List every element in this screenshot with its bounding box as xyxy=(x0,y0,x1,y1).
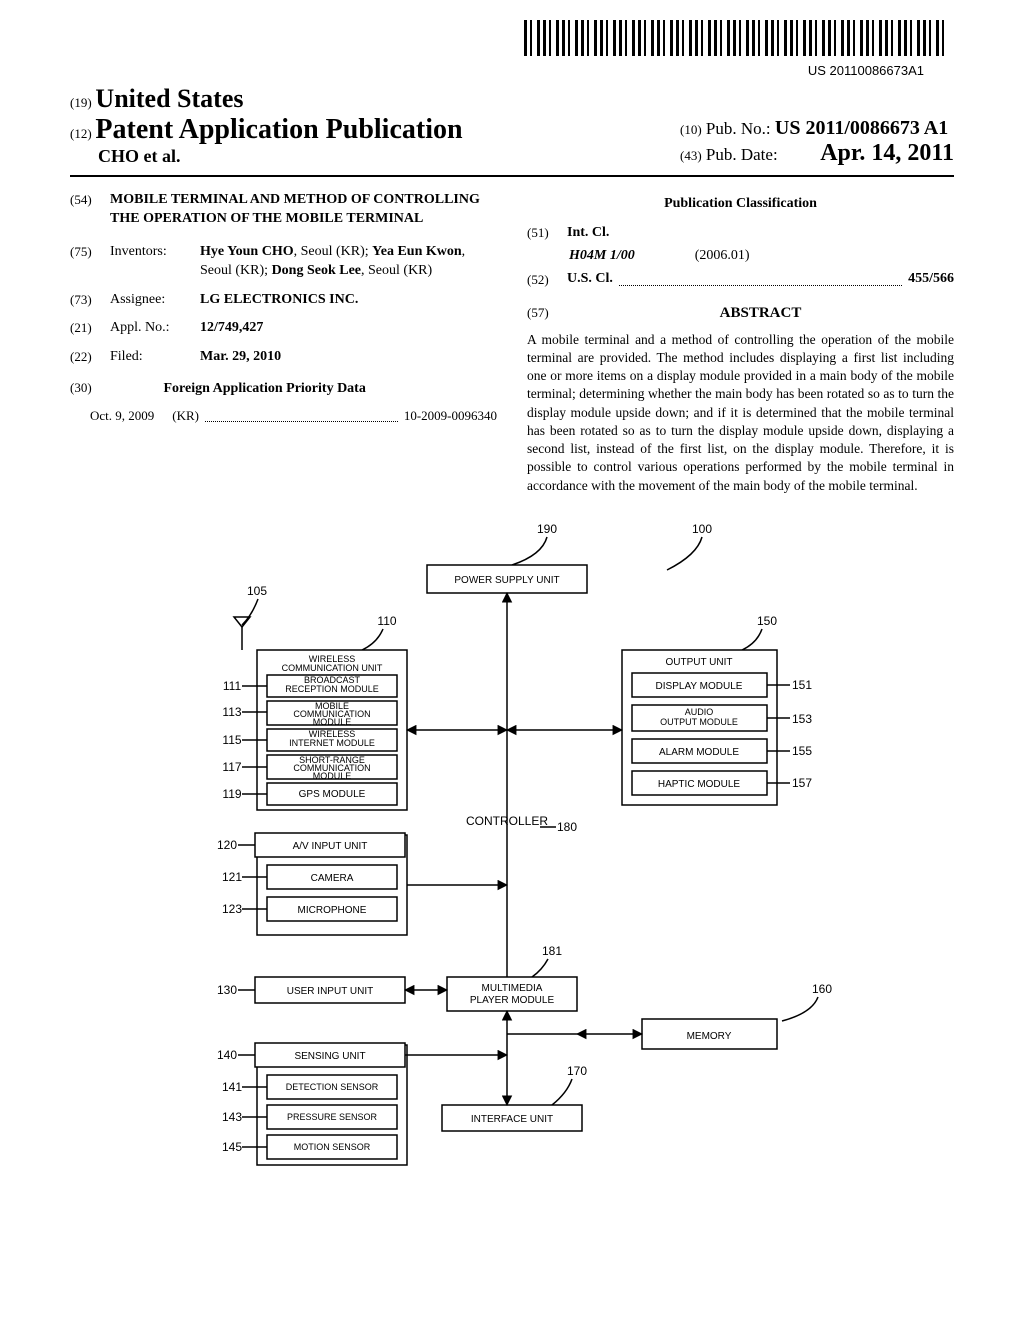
box-display: DISPLAY MODULE xyxy=(656,681,743,692)
ref-117: 117 xyxy=(222,760,241,774)
left-column: (54) MOBILE TERMINAL AND METHOD OF CONTR… xyxy=(70,191,497,495)
ref-111: 111 xyxy=(223,679,242,693)
block-diagram: .bx { fill:#fff; stroke:#000; stroke-wid… xyxy=(142,515,882,1235)
ref-120: 120 xyxy=(217,838,237,852)
assignee-value: LG ELECTRONICS INC. xyxy=(200,291,497,310)
dotted-leader xyxy=(205,412,398,422)
box-interface: INTERFACE UNIT xyxy=(471,1114,553,1125)
ref-121: 121 xyxy=(222,870,242,884)
box-user-input: USER INPUT UNIT xyxy=(287,986,374,997)
pubdate-value: Apr. 14, 2011 xyxy=(820,140,954,166)
uscl-code: (52) xyxy=(527,271,567,289)
ref-119: 119 xyxy=(222,787,241,801)
ref-110: 110 xyxy=(377,614,396,628)
pubdate-code: (43) xyxy=(680,148,702,163)
abstract-code: (57) xyxy=(527,304,567,322)
ref-160: 160 xyxy=(812,982,832,996)
pub-code: (12) xyxy=(70,126,92,141)
box-haptic: HAPTIC MODULE xyxy=(658,779,741,790)
publication-type: Patent Application Publication xyxy=(95,114,462,145)
foreign-label: Foreign Application Priority Data xyxy=(164,381,366,396)
abstract-text: A mobile terminal and a method of contro… xyxy=(527,331,954,495)
box-pressure: PRESSURE SENSOR xyxy=(287,1112,378,1122)
box-sensing: SENSING UNIT xyxy=(294,1051,365,1062)
box-av-input: A/V INPUT UNIT xyxy=(293,841,368,852)
box-output-unit: OUTPUT UNIT xyxy=(665,657,732,668)
ref-105: 105 xyxy=(247,584,267,598)
box-camera: CAMERA xyxy=(311,873,354,884)
barcode-label: US 20110086673A1 xyxy=(70,63,924,78)
ref-181: 181 xyxy=(542,944,562,958)
barcode-region: US 20110086673A1 xyxy=(70,20,954,78)
country-name: United States xyxy=(95,84,243,113)
intcl-class: H04M 1/00 xyxy=(569,247,635,266)
dotted-leader-2 xyxy=(619,276,902,286)
ref-151: 151 xyxy=(792,678,812,692)
ref-155: 155 xyxy=(792,744,812,758)
filed-label: Filed: xyxy=(110,348,200,367)
pubdate-label: Pub. Date: xyxy=(706,145,778,164)
ref-140: 140 xyxy=(217,1048,237,1062)
abstract-header: ABSTRACT xyxy=(567,303,954,323)
box-multimedia: MULTIMEDIAPLAYER MODULE xyxy=(470,983,555,1006)
right-column: Publication Classification (51) Int. Cl.… xyxy=(527,191,954,495)
ref-130: 130 xyxy=(217,983,237,997)
applno-label: Appl. No.: xyxy=(110,319,200,338)
intcl-code: (51) xyxy=(527,224,567,243)
ref-123: 123 xyxy=(222,902,242,916)
box-alarm: ALARM MODULE xyxy=(659,747,739,758)
box-motion: MOTION SENSOR xyxy=(294,1142,371,1152)
ref-190: 190 xyxy=(537,522,557,536)
filed-value: Mar. 29, 2010 xyxy=(200,348,497,367)
applno-code: (21) xyxy=(70,319,110,338)
filed-code: (22) xyxy=(70,348,110,367)
box-microphone: MICROPHONE xyxy=(298,905,367,916)
classification-header: Publication Classification xyxy=(527,195,954,214)
intcl-date: (2006.01) xyxy=(695,247,750,266)
ref-115: 115 xyxy=(222,733,241,747)
foreign-date: Oct. 9, 2009 xyxy=(90,407,154,425)
patent-page: US 20110086673A1 (19) United States (12)… xyxy=(0,0,1024,1275)
invention-title: MOBILE TERMINAL AND METHOD OF CONTROLLIN… xyxy=(110,191,497,229)
box-memory: MEMORY xyxy=(687,1031,732,1042)
ref-145: 145 xyxy=(222,1140,242,1154)
uscl-value: 455/566 xyxy=(908,270,954,289)
authors: CHO et al. xyxy=(70,146,463,167)
pubno-code: (10) xyxy=(680,122,702,137)
ref-170: 170 xyxy=(567,1064,587,1078)
ref-143: 143 xyxy=(222,1110,242,1124)
bibliographic-columns: (54) MOBILE TERMINAL AND METHOD OF CONTR… xyxy=(70,191,954,495)
pubno-value: US 2011/0086673 A1 xyxy=(775,117,948,139)
assignee-code: (73) xyxy=(70,291,110,310)
title-code: (54) xyxy=(70,191,110,229)
country-code: (19) xyxy=(70,95,92,110)
uscl-label: U.S. Cl. xyxy=(567,270,613,289)
assignee-label: Assignee: xyxy=(110,291,200,310)
ref-100: 100 xyxy=(692,522,712,536)
pubno-label: Pub. No.: xyxy=(706,119,771,138)
barcode-icon xyxy=(524,20,944,56)
ref-157: 157 xyxy=(792,776,812,790)
header-block: (19) United States (12) Patent Applicati… xyxy=(70,84,954,177)
foreign-appnum: 10-2009-0096340 xyxy=(404,407,497,425)
applno-value: 12/749,427 xyxy=(200,319,497,338)
intcl-label: Int. Cl. xyxy=(567,224,627,243)
inventors-label: Inventors: xyxy=(110,243,200,281)
ref-180: 180 xyxy=(557,820,577,834)
box-detection: DETECTION SENSOR xyxy=(286,1082,379,1092)
foreign-code: (30) xyxy=(70,379,110,397)
foreign-country: (KR) xyxy=(172,407,199,425)
ref-150: 150 xyxy=(757,614,777,628)
ref-113: 113 xyxy=(222,705,241,719)
inventors-code: (75) xyxy=(70,243,110,281)
ref-153: 153 xyxy=(792,712,812,726)
ref-141: 141 xyxy=(222,1080,242,1094)
box-gps: GPS MODULE xyxy=(299,789,366,800)
inventors-value: Hye Youn CHO, Seoul (KR); Yea Eun Kwon, … xyxy=(200,243,497,281)
box-power-supply: POWER SUPPLY UNIT xyxy=(454,575,559,586)
